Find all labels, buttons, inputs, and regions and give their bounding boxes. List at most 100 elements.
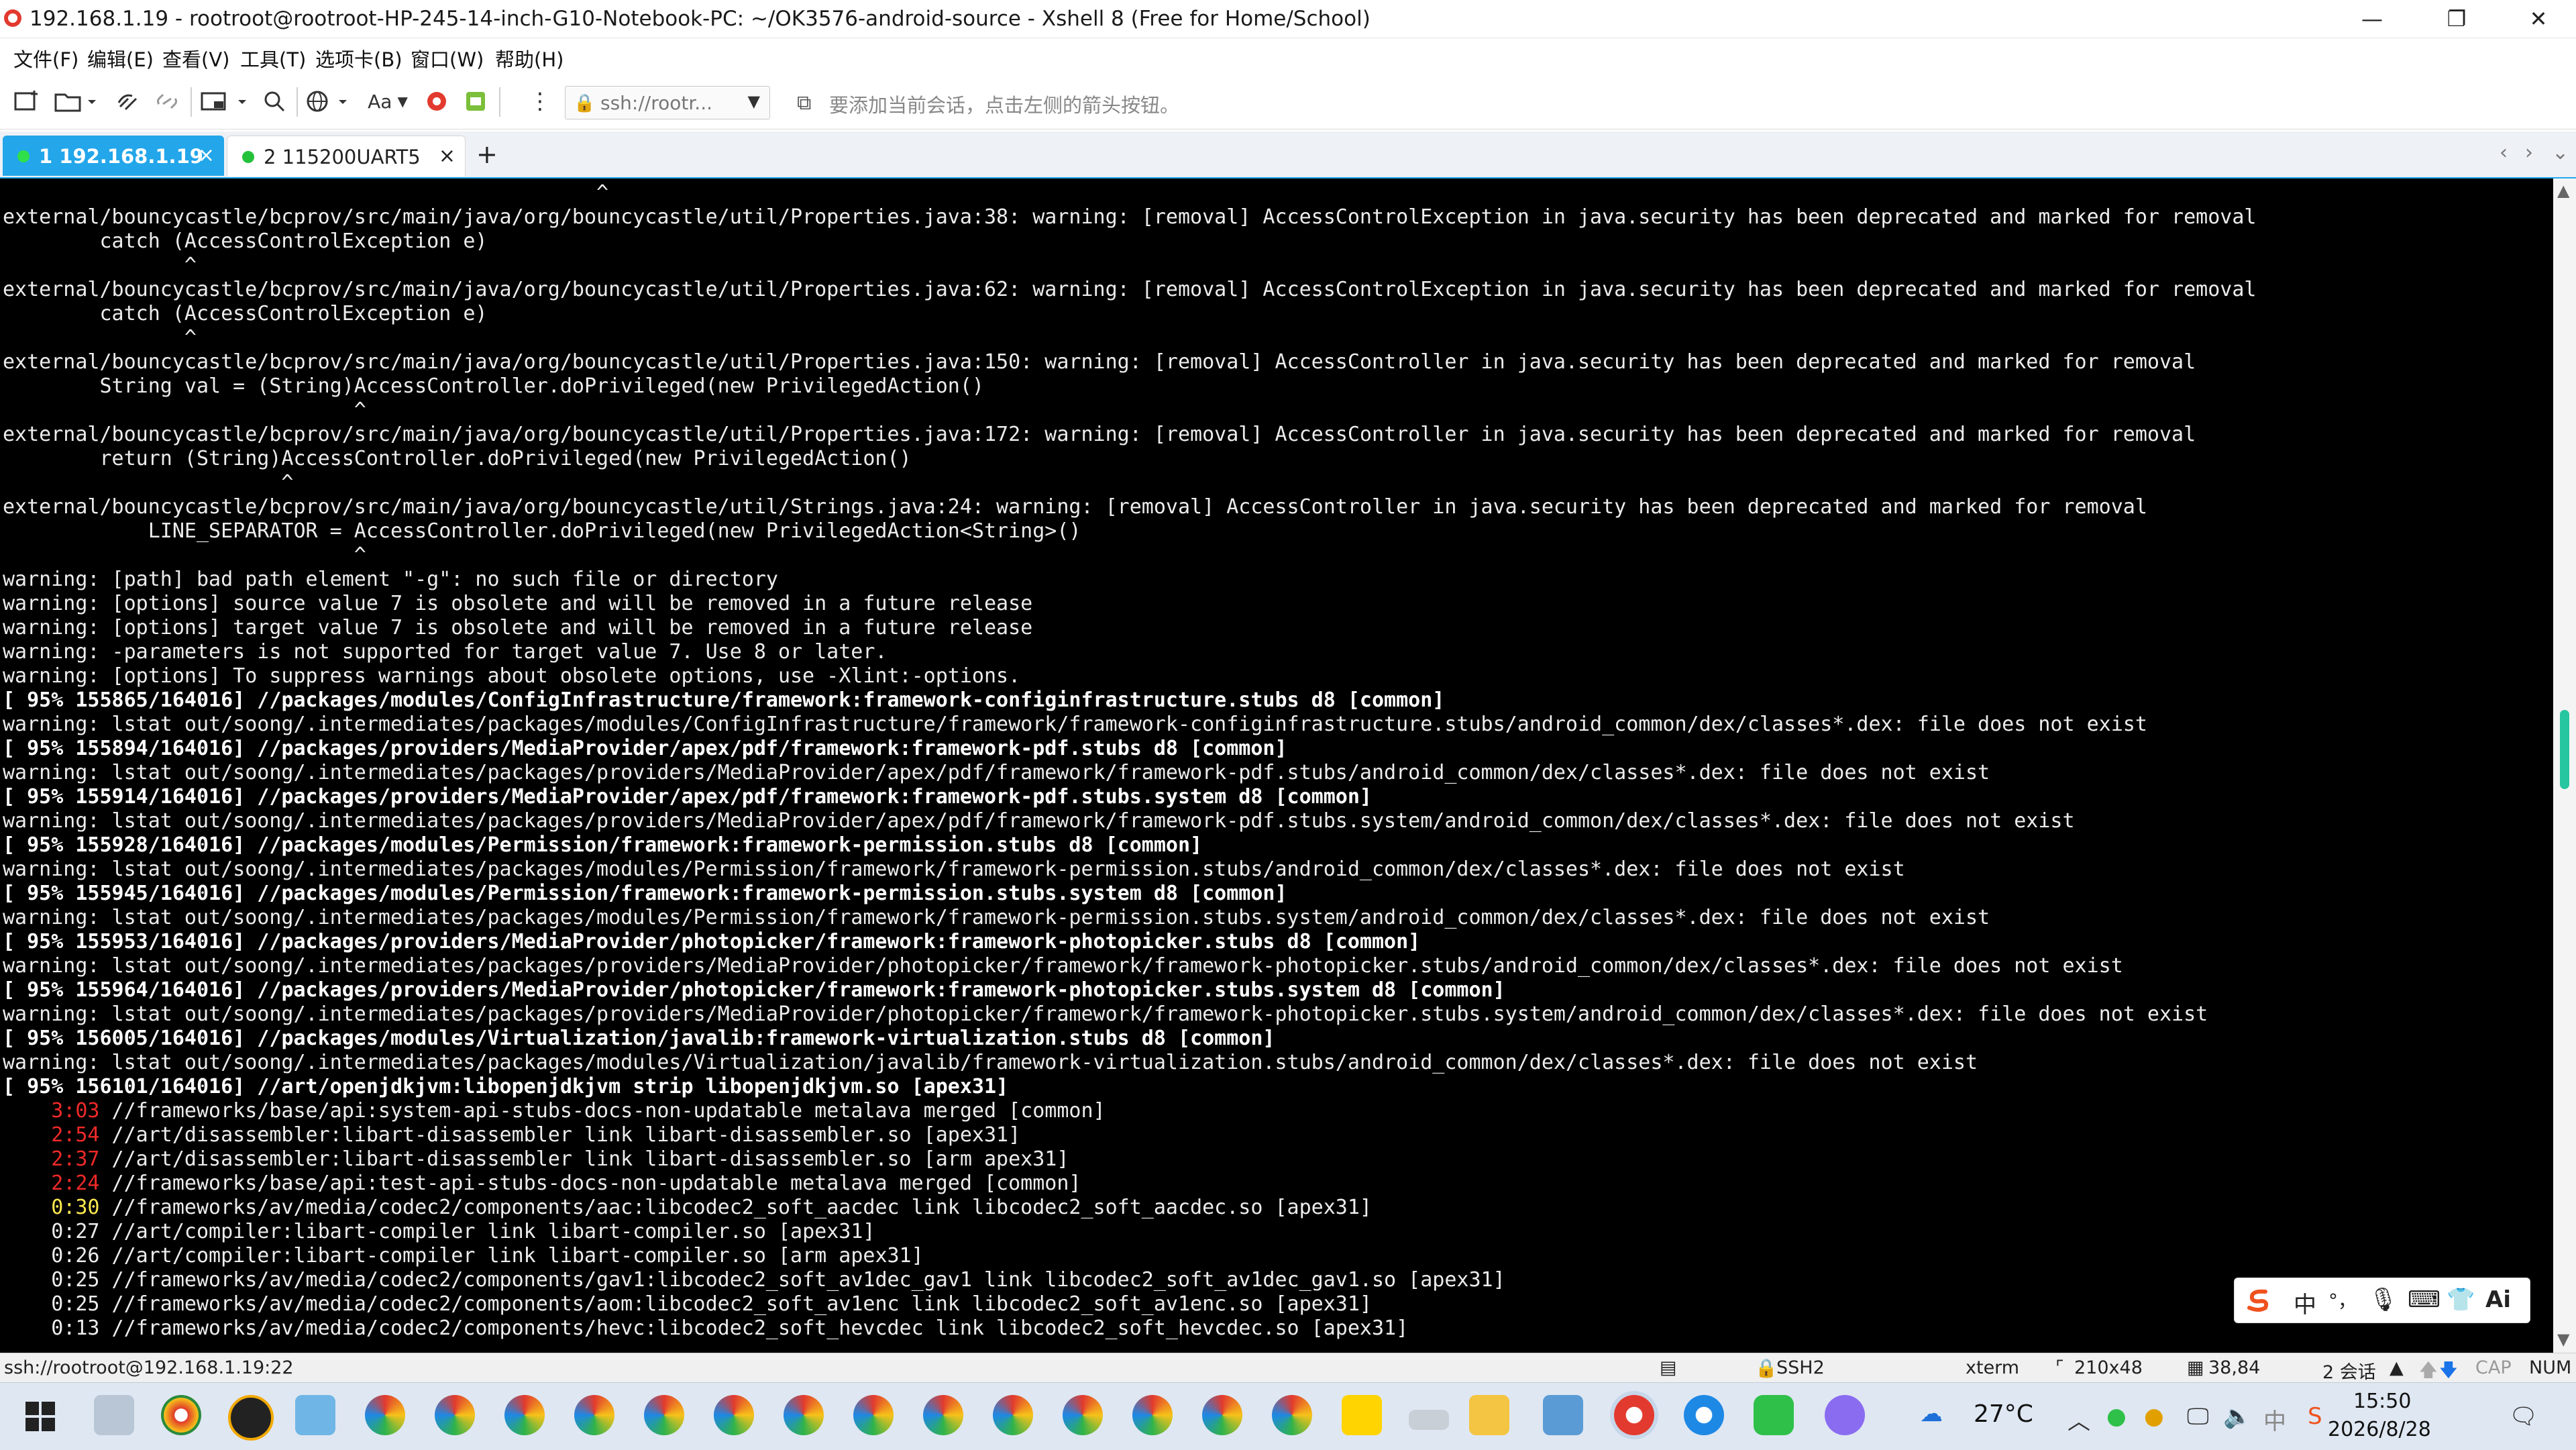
menu-help[interactable]: 帮助(H): [495, 44, 564, 72]
menu-tools[interactable]: 工具(T): [240, 44, 306, 72]
notification-icon[interactable]: 🗨: [2509, 1403, 2538, 1430]
keyboard-icon[interactable]: ⌨: [2408, 1286, 2440, 1313]
cat-app-icon[interactable]: [1825, 1395, 1865, 1435]
browser-icon[interactable]: [923, 1395, 963, 1435]
browser-icon[interactable]: [993, 1395, 1033, 1435]
tab-session-2[interactable]: 2 115200UART5 ×: [227, 136, 466, 176]
add-session-arrow-icon[interactable]: ⧉: [797, 91, 811, 115]
browser-icon[interactable]: [644, 1395, 684, 1435]
connected-status-icon: [242, 151, 254, 163]
xftp-taskbar-icon[interactable]: [1684, 1395, 1724, 1435]
clock-date[interactable]: 2026/8/28: [2328, 1418, 2431, 1441]
file-explorer-icon[interactable]: [1469, 1395, 1509, 1435]
remote-desktop-icon[interactable]: [1543, 1395, 1583, 1435]
xshell-app-icon[interactable]: [4, 9, 21, 27]
tab-list-icon[interactable]: ⌄: [2552, 141, 2569, 164]
browser-icon[interactable]: [365, 1395, 405, 1435]
xshell-taskbar-icon[interactable]: [1614, 1395, 1654, 1435]
tab-prev-icon[interactable]: ‹: [2500, 141, 2508, 164]
terminal-scrollbar[interactable]: ▲ ▼: [2553, 178, 2576, 1353]
ue-editor-icon[interactable]: [228, 1395, 274, 1441]
address-dropdown-icon[interactable]: ▼: [748, 92, 760, 111]
terminal-type: xterm: [1966, 1357, 2020, 1378]
scroll-up-icon[interactable]: ▲: [2557, 181, 2569, 200]
skin-icon[interactable]: 👕: [2447, 1286, 2475, 1313]
tray-ime-indicator[interactable]: 中: [2263, 1403, 2286, 1436]
address-text: ssh://rootr...: [600, 92, 713, 114]
weather-temperature[interactable]: 27°C: [1974, 1400, 2033, 1428]
browser-icon[interactable]: [853, 1395, 894, 1435]
tray-expand-icon[interactable]: ︿: [2068, 1403, 2090, 1436]
terminal-line: 0:25 //frameworks/av/media/codec2/compon…: [3, 1292, 2256, 1316]
add-tab-icon[interactable]: +: [476, 140, 498, 169]
browser-icon[interactable]: [1063, 1395, 1103, 1435]
ime-toolbar[interactable]: 中 °， 🎙 ⌨ 👕 Ai: [2234, 1278, 2530, 1323]
terminal-line: ^: [3, 254, 197, 277]
notebook-icon[interactable]: [295, 1395, 335, 1435]
menu-file[interactable]: 文件(F): [13, 44, 78, 72]
menu-view[interactable]: 查看(V): [162, 44, 229, 72]
sogou-logo-icon[interactable]: [2245, 1286, 2272, 1319]
terminal-line: LINE_SEPARATOR = AccessController.doPriv…: [3, 519, 1081, 543]
minimize-button[interactable]: —: [2341, 0, 2403, 38]
weather-icon[interactable]: ☁: [1920, 1400, 1943, 1427]
clock-time[interactable]: 15:50: [2353, 1390, 2411, 1413]
scroll-down-icon[interactable]: ▼: [2557, 1330, 2569, 1349]
app-icon[interactable]: [94, 1395, 134, 1435]
reconnect-icon[interactable]: [114, 86, 145, 117]
open-folder-icon[interactable]: [52, 86, 99, 117]
xftp-icon[interactable]: [421, 86, 452, 117]
ime-punctuation-icon[interactable]: °，: [2328, 1286, 2357, 1313]
caps-lock-indicator: CAP: [2475, 1357, 2512, 1378]
more-options-icon[interactable]: ⋮: [529, 86, 551, 117]
address-bar[interactable]: 🔒 ssh://rootr... ▼: [565, 86, 770, 119]
menu-window[interactable]: 窗口(W): [411, 44, 484, 72]
terminal-line: warning: lstat out/soong/.intermediates/…: [3, 1051, 1978, 1074]
scroll-thumb[interactable]: [2560, 710, 2569, 789]
font-icon: Aa: [368, 90, 392, 113]
terminal-view[interactable]: ^ external/bouncycastle/bcprov/src/main/j…: [0, 178, 2553, 1353]
media-player-icon[interactable]: [1342, 1395, 1382, 1435]
disconnect-icon[interactable]: [152, 86, 182, 117]
browser-icon[interactable]: [714, 1395, 754, 1435]
menu-edit[interactable]: 编辑(E): [87, 44, 154, 72]
new-window-icon[interactable]: [199, 86, 252, 117]
microphone-icon[interactable]: 🎙: [2369, 1286, 2398, 1313]
session-menu-icon[interactable]: ▲: [2390, 1357, 2404, 1378]
browser-icon[interactable]: [504, 1395, 545, 1435]
windows-start-icon[interactable]: [25, 1402, 55, 1434]
tray-app-icon[interactable]: ●: [2144, 1403, 2164, 1430]
tab-session-1[interactable]: 1 192.168.1.19 ×: [3, 136, 224, 176]
font-button[interactable]: Aa ▼: [362, 86, 413, 117]
session-log-icon[interactable]: ▤: [1660, 1357, 1677, 1378]
ime-language-toggle[interactable]: 中: [2294, 1286, 2316, 1319]
xftp-transfer-icon[interactable]: [460, 86, 491, 117]
browser-icon[interactable]: [1272, 1395, 1312, 1435]
browser-icon[interactable]: [1202, 1395, 1242, 1435]
ai-icon[interactable]: Ai: [2485, 1286, 2511, 1313]
browser-icon[interactable]: [784, 1395, 824, 1435]
tray-sogou-icon[interactable]: S: [2308, 1403, 2322, 1430]
tray-wechat-icon[interactable]: ●: [2106, 1403, 2127, 1430]
chrome-icon[interactable]: [161, 1395, 201, 1435]
globe-icon[interactable]: [303, 86, 357, 117]
volume-icon[interactable]: 🔈: [2223, 1403, 2251, 1430]
maximize-button[interactable]: ❐: [2426, 0, 2487, 38]
menu-tabs[interactable]: 选项卡(B): [315, 44, 402, 72]
terminal-line: 0:30 //frameworks/av/media/codec2/compon…: [3, 1196, 2256, 1220]
job-elapsed-time: 0:26: [51, 1244, 100, 1267]
job-elapsed-time: 3:03: [51, 1099, 100, 1123]
browser-icon[interactable]: [574, 1395, 614, 1435]
network-icon[interactable]: 🖵: [2187, 1403, 2209, 1430]
search-icon[interactable]: [259, 86, 290, 117]
new-session-icon[interactable]: [12, 86, 43, 117]
terminal-line: warning: lstat out/soong/.intermediates/…: [3, 858, 1905, 881]
browser-icon[interactable]: [435, 1395, 475, 1435]
tab-close-icon[interactable]: ×: [198, 144, 215, 167]
wechat-icon[interactable]: [1754, 1395, 1794, 1435]
browser-icon[interactable]: [1132, 1395, 1173, 1435]
tab-next-icon[interactable]: ›: [2525, 141, 2533, 164]
drive-icon[interactable]: [1409, 1410, 1449, 1430]
tab-close-icon[interactable]: ×: [439, 144, 455, 168]
close-button[interactable]: ✕: [2508, 0, 2569, 38]
